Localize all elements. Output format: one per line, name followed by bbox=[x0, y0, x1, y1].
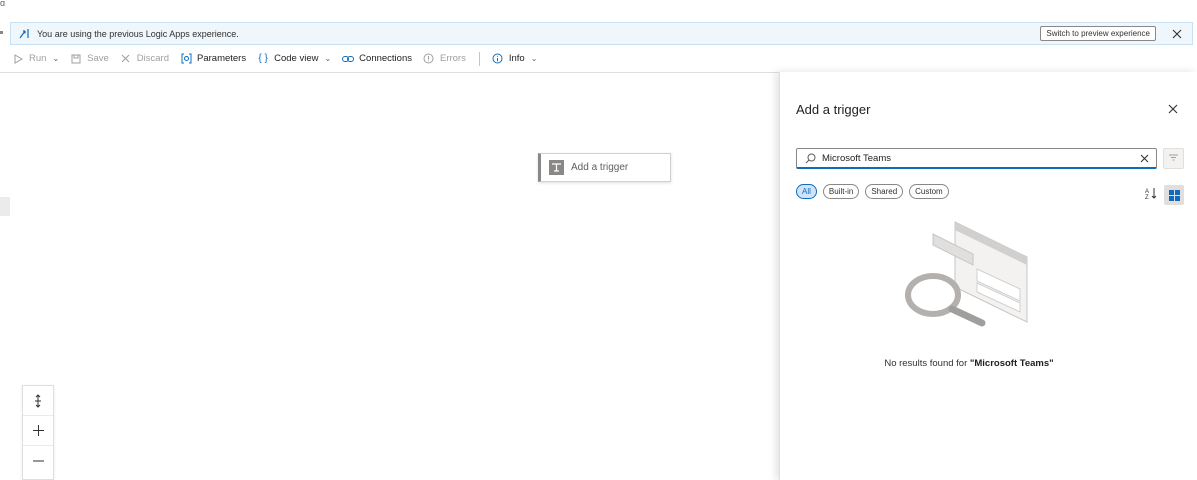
preview-arrow-icon bbox=[11, 28, 37, 39]
info-button[interactable]: Info ⌄ bbox=[492, 53, 538, 65]
fit-view-icon[interactable] bbox=[23, 386, 53, 416]
connections-label: Connections bbox=[359, 53, 412, 64]
code-view-button[interactable]: { } Code view ⌄ bbox=[257, 53, 331, 65]
no-results-query: "Microsoft Teams" bbox=[969, 358, 1054, 369]
grid-view-icon[interactable] bbox=[1164, 185, 1184, 205]
errors-button[interactable]: Errors bbox=[423, 53, 466, 65]
run-button[interactable]: Run ⌄ bbox=[12, 53, 59, 65]
no-results-prefix: No results found for bbox=[884, 358, 970, 369]
zoom-out-icon[interactable] bbox=[23, 446, 53, 476]
add-trigger-node[interactable]: Add a trigger bbox=[538, 153, 671, 182]
no-results-illustration-icon bbox=[905, 217, 1035, 337]
run-label: Run bbox=[29, 53, 47, 64]
chevron-down-icon: ⌄ bbox=[52, 54, 60, 63]
trigger-icon bbox=[549, 160, 564, 175]
filter-pill-all[interactable]: All bbox=[796, 184, 817, 199]
clear-icon[interactable] bbox=[1140, 153, 1150, 163]
experience-banner: You are using the previous Logic Apps ex… bbox=[10, 22, 1193, 45]
edge-panel-stub bbox=[0, 197, 10, 216]
no-results-message: No results found for "Microsoft Teams" bbox=[780, 358, 1158, 369]
search-value: Microsoft Teams bbox=[822, 152, 891, 164]
add-trigger-panel: Add a trigger Microsoft Teams All Built-… bbox=[779, 72, 1197, 480]
info-icon bbox=[492, 53, 504, 65]
zoom-controls bbox=[22, 385, 54, 480]
filter-pill-custom[interactable]: Custom bbox=[909, 184, 949, 199]
svg-text:Z: Z bbox=[1145, 195, 1149, 199]
chevron-down-icon: ⌄ bbox=[324, 54, 332, 63]
search-input[interactable]: Microsoft Teams bbox=[796, 148, 1157, 169]
add-trigger-label: Add a trigger bbox=[571, 162, 629, 173]
connections-button[interactable]: Connections bbox=[342, 53, 412, 65]
parameters-button[interactable]: Parameters bbox=[180, 53, 246, 65]
save-label: Save bbox=[87, 53, 109, 64]
info-label: Info bbox=[508, 53, 525, 64]
link-icon bbox=[342, 53, 355, 65]
filter-button[interactable] bbox=[1163, 148, 1184, 169]
parameters-icon bbox=[180, 53, 192, 65]
errors-label: Errors bbox=[439, 53, 466, 64]
toolbar-divider bbox=[478, 51, 480, 66]
filter-pill-shared[interactable]: Shared bbox=[865, 184, 904, 199]
close-icon[interactable] bbox=[1166, 102, 1180, 116]
code-braces-icon: { } bbox=[258, 53, 268, 64]
chevron-down-icon: ⌄ bbox=[530, 54, 538, 63]
discard-icon bbox=[120, 53, 132, 65]
play-icon bbox=[12, 53, 24, 65]
save-button[interactable]: Save bbox=[70, 53, 109, 65]
discard-button[interactable]: Discard bbox=[120, 53, 169, 65]
designer-toolbar: Run ⌄ Save Discard Parameters { } Code v… bbox=[12, 48, 548, 69]
switch-to-preview-button[interactable]: Switch to preview experience bbox=[1040, 26, 1156, 41]
banner-message: You are using the previous Logic Apps ex… bbox=[37, 28, 239, 39]
edge-marker bbox=[0, 31, 3, 34]
zoom-in-icon[interactable] bbox=[23, 416, 53, 446]
close-icon[interactable] bbox=[1170, 27, 1184, 41]
filter-pill-built-in[interactable]: Built-in bbox=[822, 184, 860, 199]
save-icon bbox=[70, 53, 82, 65]
parameters-label: Parameters bbox=[197, 53, 247, 64]
edge-text-fragment: g bbox=[0, 0, 6, 6]
sort-icon[interactable]: AZ bbox=[1144, 185, 1158, 201]
panel-title: Add a trigger bbox=[796, 102, 871, 117]
toolbar-divider-line bbox=[0, 72, 779, 73]
search-icon bbox=[805, 152, 817, 164]
connector-filter-pills: All Built-in Shared Custom bbox=[796, 184, 955, 199]
filter-icon bbox=[1169, 153, 1178, 164]
discard-label: Discard bbox=[136, 53, 169, 64]
code-view-label: Code view bbox=[274, 53, 319, 64]
error-circle-icon bbox=[423, 53, 435, 65]
